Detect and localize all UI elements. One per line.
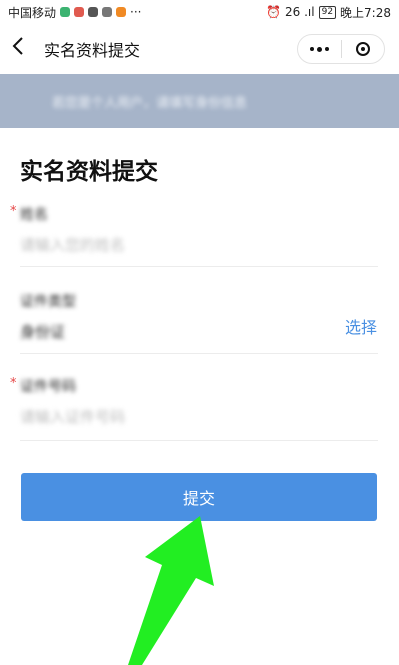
carrier-name: 中国移动 [8,5,57,20]
page-title: 实名资料提交 [20,159,158,185]
id-number-label-row: * 证件号码 [10,376,378,396]
nav-bar: 实名资料提交 [0,24,399,74]
status-left: 中国移动 ··· [8,4,141,21]
id-type-label-row: 证件类型 [20,291,378,311]
choose-id-type-link[interactable]: 选择 [345,314,377,338]
divider [20,353,378,354]
id-number-label: 证件号码 [20,379,76,395]
name-input[interactable]: 请输入您的姓名 [20,234,378,255]
divider [20,440,378,441]
required-mark: * [10,376,17,391]
mini-program-capsule [297,34,385,64]
app-notification-icon [116,7,127,17]
submit-button[interactable]: 提交 [21,473,377,521]
id-number-input[interactable]: 请输入证件号码 [20,406,378,427]
signal-icons: ⏰ 26 .ıl [266,5,315,19]
app-notification-icon [60,7,71,17]
clock: 晚上7:28 [340,5,391,20]
app-notification-icon [102,7,113,17]
target-icon [355,42,370,56]
status-right: ⏰ 26 .ıl 92 晚上7:28 [266,4,391,21]
id-type-value: 身份证 [20,323,66,341]
back-icon[interactable] [12,36,34,62]
id-type-field: 证件类型 身份证 [20,291,378,342]
more-dots-icon [309,46,329,52]
notice-banner: 若您是个人用户，请填写身份信息 [0,74,399,128]
id-type-label: 证件类型 [20,294,76,310]
app-notification-icon [88,7,99,17]
battery-icon: 92 [318,5,337,19]
name-label-row: * 姓名 [10,204,378,224]
more-menu-button[interactable] [298,35,341,63]
notice-text: 若您是个人用户，请填写身份信息 [52,95,248,111]
close-mini-program-button[interactable] [342,35,385,63]
nav-title: 实名资料提交 [44,41,141,60]
id-number-field: * 证件号码 请输入证件号码 [10,376,378,427]
name-field: * 姓名 请输入您的姓名 [10,204,378,255]
more-notifications-icon: ··· [130,5,142,19]
app-notification-icon [74,7,85,17]
required-mark: * [10,204,17,219]
divider [20,266,378,267]
name-label: 姓名 [20,207,48,223]
status-bar: 中国移动 ··· ⏰ 26 .ıl 92 晚上7:28 [0,0,399,24]
